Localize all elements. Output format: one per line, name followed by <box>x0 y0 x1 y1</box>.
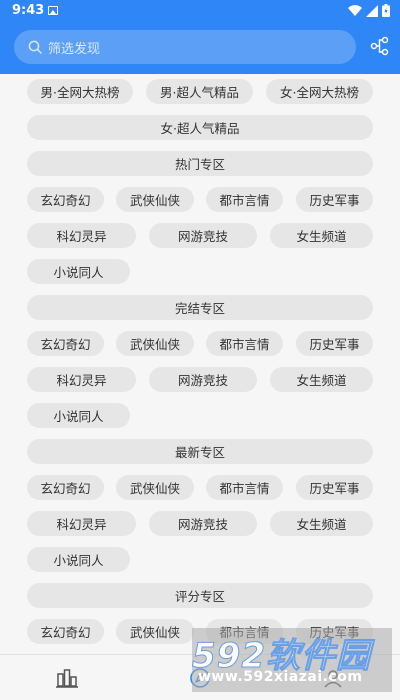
tag-chip[interactable]: 玄幻奇幻 <box>27 331 104 356</box>
tag-chip[interactable]: 科幻灵异 <box>27 223 136 248</box>
tag-chip[interactable]: 科幻灵异 <box>27 511 136 536</box>
signal-icon <box>366 4 378 17</box>
status-time: 9:43 <box>12 3 45 18</box>
tag-chip[interactable]: 武侠仙侠 <box>116 475 194 500</box>
search-input[interactable]: 筛选发现 <box>14 30 356 64</box>
tag-chip[interactable]: 科幻灵异 <box>27 367 136 392</box>
tag-chip[interactable]: 女·全网大热榜 <box>266 79 373 104</box>
bottom-nav <box>0 654 400 700</box>
tag-chip[interactable]: 都市言情 <box>206 187 283 212</box>
discover-icon <box>189 668 210 688</box>
section-header[interactable]: 热门专区 <box>27 151 373 176</box>
battery-icon <box>382 4 390 17</box>
tag-chip[interactable]: 女生频道 <box>270 511 373 536</box>
image-notification-icon <box>48 6 58 15</box>
bookshelf-icon <box>55 669 78 688</box>
app-bar: 筛选发现 <box>0 22 400 74</box>
status-bar: 9:43 <box>0 0 400 22</box>
tag-chip[interactable]: 都市言情 <box>206 331 283 356</box>
tag-chip[interactable]: 网游竞技 <box>149 223 257 248</box>
tag-chip[interactable]: 玄幻奇幻 <box>27 619 104 644</box>
section-header[interactable]: 完结专区 <box>27 295 373 320</box>
tag-chip[interactable]: 武侠仙侠 <box>116 619 194 644</box>
nav-profile[interactable] <box>266 655 399 700</box>
search-icon <box>28 40 42 54</box>
section-header[interactable]: 评分专区 <box>27 583 373 608</box>
tag-chip[interactable]: 武侠仙侠 <box>116 331 194 356</box>
search-placeholder: 筛选发现 <box>48 41 101 57</box>
tag-chip[interactable]: 男·超人气精品 <box>146 79 253 104</box>
status-icons <box>348 4 390 17</box>
section-header[interactable]: 最新专区 <box>27 439 373 464</box>
nav-bookshelf[interactable] <box>0 655 133 700</box>
tag-chip[interactable]: 武侠仙侠 <box>116 187 194 212</box>
tag-chip[interactable]: 历史军事 <box>296 619 373 644</box>
tag-chip[interactable]: 女生频道 <box>270 367 373 392</box>
nav-discover[interactable] <box>133 655 266 700</box>
tag-chip[interactable]: 历史军事 <box>296 187 373 212</box>
tag-chip[interactable]: 网游竞技 <box>149 511 257 536</box>
wifi-icon <box>348 4 362 16</box>
tag-chip[interactable]: 女·超人气精品 <box>27 115 373 140</box>
filter-button[interactable] <box>368 34 392 58</box>
discover-list[interactable]: 男·全网大热榜 男·超人气精品 女·全网大热榜 女·超人气精品 热门专区 玄幻奇… <box>0 74 400 654</box>
tag-chip[interactable]: 小说同人 <box>27 547 130 572</box>
tag-chip[interactable]: 女生频道 <box>270 223 373 248</box>
tag-chip[interactable]: 历史军事 <box>296 475 373 500</box>
tag-chip[interactable]: 都市言情 <box>206 475 283 500</box>
tag-chip[interactable]: 小说同人 <box>27 403 130 428</box>
tag-chip[interactable]: 玄幻奇幻 <box>27 187 104 212</box>
profile-icon <box>323 670 342 688</box>
tag-chip[interactable]: 小说同人 <box>27 259 130 284</box>
filter-icon <box>370 36 389 56</box>
tag-chip[interactable]: 历史军事 <box>296 331 373 356</box>
tag-chip[interactable]: 玄幻奇幻 <box>27 475 104 500</box>
tag-chip[interactable]: 男·全网大热榜 <box>27 79 133 104</box>
tag-chip[interactable]: 都市言情 <box>206 619 283 644</box>
tag-chip[interactable]: 网游竞技 <box>149 367 257 392</box>
